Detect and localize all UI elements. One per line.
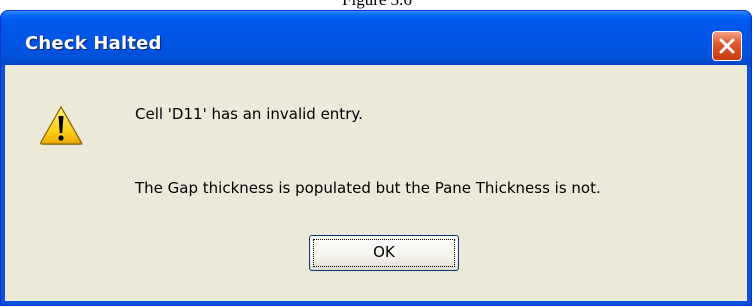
ok-button-label: OK — [373, 243, 395, 261]
message-dialog: Check Halted Cell 'D11' has an invalid e… — [0, 10, 752, 306]
dialog-body: Cell 'D11' has an invalid entry. The Gap… — [5, 65, 747, 301]
close-button[interactable] — [712, 31, 742, 61]
ok-button[interactable]: OK — [309, 235, 459, 271]
warning-icon — [40, 105, 83, 145]
dialog-titlebar[interactable]: Check Halted — [1, 11, 751, 65]
message-text-detail: The Gap thickness is populated but the P… — [135, 179, 601, 197]
message-text-primary: Cell 'D11' has an invalid entry. — [135, 105, 363, 123]
figure-caption: Figure 3.6 — [0, 0, 754, 10]
dialog-title: Check Halted — [25, 33, 162, 54]
close-icon — [719, 38, 735, 54]
